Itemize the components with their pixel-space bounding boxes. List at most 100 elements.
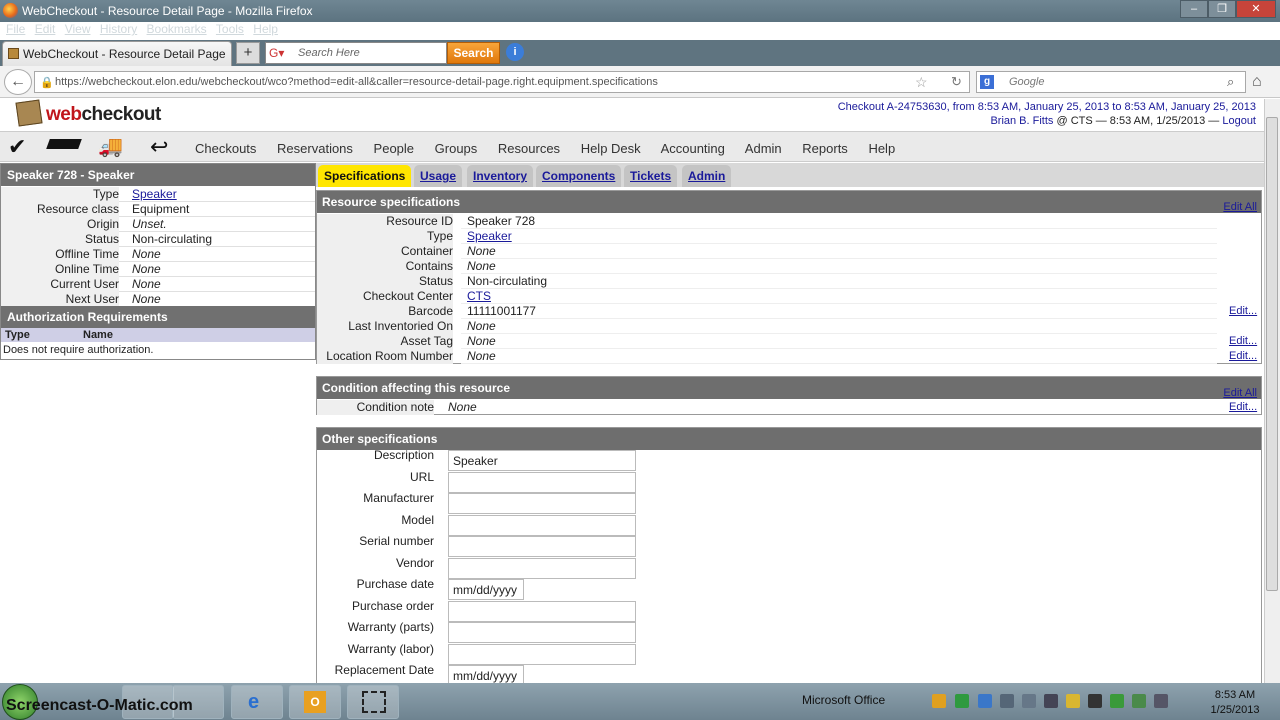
- back-button[interactable]: ←: [4, 69, 32, 95]
- browser-tab[interactable]: WebCheckout - Resource Detail Page: [2, 41, 232, 66]
- nav-resources[interactable]: Resources: [498, 141, 560, 156]
- warranty-parts-input[interactable]: [448, 622, 636, 643]
- tray-sync-icon[interactable]: [978, 694, 992, 708]
- url-input[interactable]: [448, 472, 636, 493]
- summary-row: Status Non-circulating: [1, 232, 315, 247]
- condition-edit-link[interactable]: Edit...: [1229, 400, 1257, 415]
- menu-bookmarks[interactable]: Bookmarks: [147, 22, 207, 36]
- tray-flag-icon[interactable]: [1088, 694, 1102, 708]
- menu-tools[interactable]: Tools: [216, 22, 244, 36]
- nav-help[interactable]: Help: [868, 141, 895, 156]
- taskbar-outlook-button[interactable]: O: [289, 685, 341, 719]
- tray-office-icon[interactable]: [932, 694, 946, 708]
- toolbar-search-input[interactable]: G▾ Search Here: [265, 42, 447, 64]
- menu-edit[interactable]: Edit: [35, 22, 56, 36]
- spec-row: Asset Tag None Edit...: [317, 334, 1257, 349]
- model-input[interactable]: [448, 515, 636, 536]
- other-field-row: URL: [317, 470, 1263, 493]
- checkmark-icon[interactable]: ✔: [8, 134, 26, 160]
- tab-tickets[interactable]: Tickets: [624, 165, 678, 187]
- reload-icon[interactable]: ↻: [951, 74, 962, 90]
- specs-edit-all-link[interactable]: Edit All: [1223, 201, 1257, 213]
- truck-icon[interactable]: 🚚: [98, 134, 123, 159]
- taskbar-ie-button[interactable]: e: [231, 685, 283, 719]
- bookmark-star-icon[interactable]: ☆: [915, 74, 928, 91]
- spec-value: None: [467, 259, 496, 273]
- asset-tag-edit-link[interactable]: Edit...: [1229, 334, 1257, 349]
- condition-value: None: [448, 400, 477, 414]
- logout-link[interactable]: Logout: [1222, 115, 1256, 127]
- tray-display-icon[interactable]: [1000, 694, 1014, 708]
- spec-value: Speaker 728: [467, 214, 536, 228]
- authorization-text: Does not require authorization.: [3, 344, 154, 356]
- spec-row: Barcode 11111001177 Edit...: [317, 304, 1257, 319]
- vendor-input[interactable]: [448, 558, 636, 579]
- tab-inventory[interactable]: Inventory: [467, 165, 534, 187]
- manufacturer-input[interactable]: [448, 493, 636, 514]
- location-edit-link[interactable]: Edit...: [1229, 349, 1257, 364]
- nav-reports[interactable]: Reports: [802, 141, 848, 156]
- field-label: Manufacturer: [363, 491, 434, 505]
- checkout-link[interactable]: Checkout A-24753630, from 8:53 AM, Janua…: [838, 101, 1256, 113]
- info-icon[interactable]: i: [506, 43, 524, 61]
- purchase-order-input[interactable]: [448, 601, 636, 622]
- tray-monitor-icon[interactable]: [1022, 694, 1036, 708]
- tray-plus-icon[interactable]: [1110, 694, 1124, 708]
- tray-lock-icon[interactable]: [1066, 694, 1080, 708]
- new-tab-button[interactable]: +: [236, 42, 260, 64]
- home-icon[interactable]: ⌂: [1252, 73, 1262, 91]
- magnifier-icon[interactable]: ⌕: [1227, 74, 1234, 90]
- nav-help-desk[interactable]: Help Desk: [581, 141, 641, 156]
- menu-bar: File Edit View History Bookmarks Tools H…: [0, 22, 400, 40]
- webcheckout-logo[interactable]: webcheckout: [46, 104, 161, 126]
- taskbar-screencast-button[interactable]: [347, 685, 399, 719]
- maximize-button[interactable]: ❐: [1208, 0, 1236, 18]
- summary-value: None: [132, 262, 161, 276]
- summary-type-link[interactable]: Speaker: [132, 187, 177, 201]
- url-bar[interactable]: 🔒 https://webcheckout.elon.edu/webchecko…: [34, 71, 970, 93]
- tray-battery-icon[interactable]: [1132, 694, 1146, 708]
- nav-reservations[interactable]: Reservations: [277, 141, 353, 156]
- description-input[interactable]: Speaker: [448, 450, 636, 471]
- toolbar-search-button[interactable]: Search: [447, 42, 500, 64]
- spec-row: Checkout Center CTS: [317, 289, 1217, 304]
- warranty-labor-input[interactable]: [448, 644, 636, 665]
- purchase-date-input[interactable]: mm/dd/yyyy: [448, 579, 524, 600]
- spec-checkout-center-link[interactable]: CTS: [467, 289, 491, 303]
- system-clock[interactable]: 8:53 AM 1/25/2013: [1200, 688, 1270, 718]
- barcode-edit-link[interactable]: Edit...: [1229, 304, 1257, 319]
- field-label: Warranty (labor): [347, 642, 434, 656]
- summary-value: Non-circulating: [132, 232, 213, 246]
- nav-accounting[interactable]: Accounting: [661, 141, 725, 156]
- tab-usage[interactable]: Usage: [414, 165, 463, 187]
- close-button[interactable]: ✕: [1236, 0, 1276, 18]
- return-arrow-icon[interactable]: ↩: [150, 134, 168, 160]
- nav-admin[interactable]: Admin: [745, 141, 782, 156]
- serial-number-input[interactable]: [448, 536, 636, 557]
- nav-checkouts[interactable]: Checkouts: [195, 141, 256, 156]
- menu-view[interactable]: View: [65, 22, 91, 36]
- tray-wifi-icon[interactable]: [1044, 694, 1058, 708]
- summary-label: Online Time: [1, 262, 119, 277]
- tab-specifications[interactable]: Specifications: [318, 165, 412, 187]
- menu-help[interactable]: Help: [253, 22, 278, 36]
- spec-type-link[interactable]: Speaker: [467, 229, 512, 243]
- tray-chrome-icon[interactable]: [955, 694, 969, 708]
- tray-volume-icon[interactable]: [1154, 694, 1168, 708]
- scrollbar-thumb[interactable]: [1266, 117, 1278, 591]
- menu-file[interactable]: File: [6, 22, 25, 36]
- tab-components[interactable]: Components: [536, 165, 622, 187]
- spec-value: None: [467, 319, 496, 333]
- google-search-input[interactable]: g Google ⌕: [976, 71, 1246, 93]
- field-label: Replacement Date: [334, 663, 434, 677]
- minimize-button[interactable]: –: [1180, 0, 1208, 18]
- spec-label: Type: [317, 229, 453, 244]
- tab-admin[interactable]: Admin: [682, 165, 732, 187]
- ticket-icon[interactable]: [46, 139, 82, 149]
- nav-people[interactable]: People: [374, 141, 414, 156]
- condition-edit-all-link[interactable]: Edit All: [1223, 387, 1257, 399]
- spec-label: Asset Tag: [317, 334, 453, 349]
- user-link[interactable]: Brian B. Fitts: [990, 115, 1053, 127]
- menu-history[interactable]: History: [100, 22, 137, 36]
- nav-groups[interactable]: Groups: [435, 141, 478, 156]
